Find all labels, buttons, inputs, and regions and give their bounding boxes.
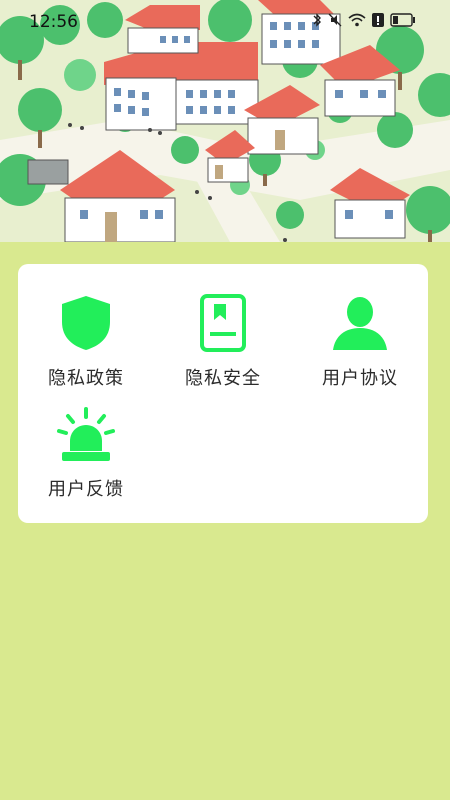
menu-item-user-agreement[interactable]: 用户协议 bbox=[292, 264, 428, 389]
menu-item-label: 用户反馈 bbox=[48, 479, 124, 500]
status-bar: 12:56 bbox=[0, 0, 450, 44]
bluetooth-icon bbox=[312, 13, 322, 27]
book-icon bbox=[188, 294, 258, 352]
status-time: 12:56 bbox=[29, 12, 78, 32]
status-icons bbox=[312, 13, 416, 27]
menu-item-privacy-policy[interactable]: 隐私政策 bbox=[18, 264, 154, 389]
menu-item-user-feedback[interactable]: 用户反馈 bbox=[18, 377, 154, 500]
alarm-light-icon bbox=[51, 407, 121, 463]
menu-item-label: 隐私安全 bbox=[185, 368, 261, 389]
user-icon bbox=[325, 294, 395, 352]
menu-item-privacy-security[interactable]: 隐私安全 bbox=[155, 264, 291, 389]
menu-card: 隐私政策 隐私安全 用户协议 用户反馈 bbox=[18, 264, 428, 523]
mute-icon bbox=[328, 13, 342, 27]
wifi-icon bbox=[348, 13, 366, 27]
menu-item-label: 用户协议 bbox=[322, 368, 398, 389]
battery-icon bbox=[390, 13, 416, 27]
shield-icon bbox=[51, 294, 121, 352]
alert-icon bbox=[372, 13, 384, 27]
